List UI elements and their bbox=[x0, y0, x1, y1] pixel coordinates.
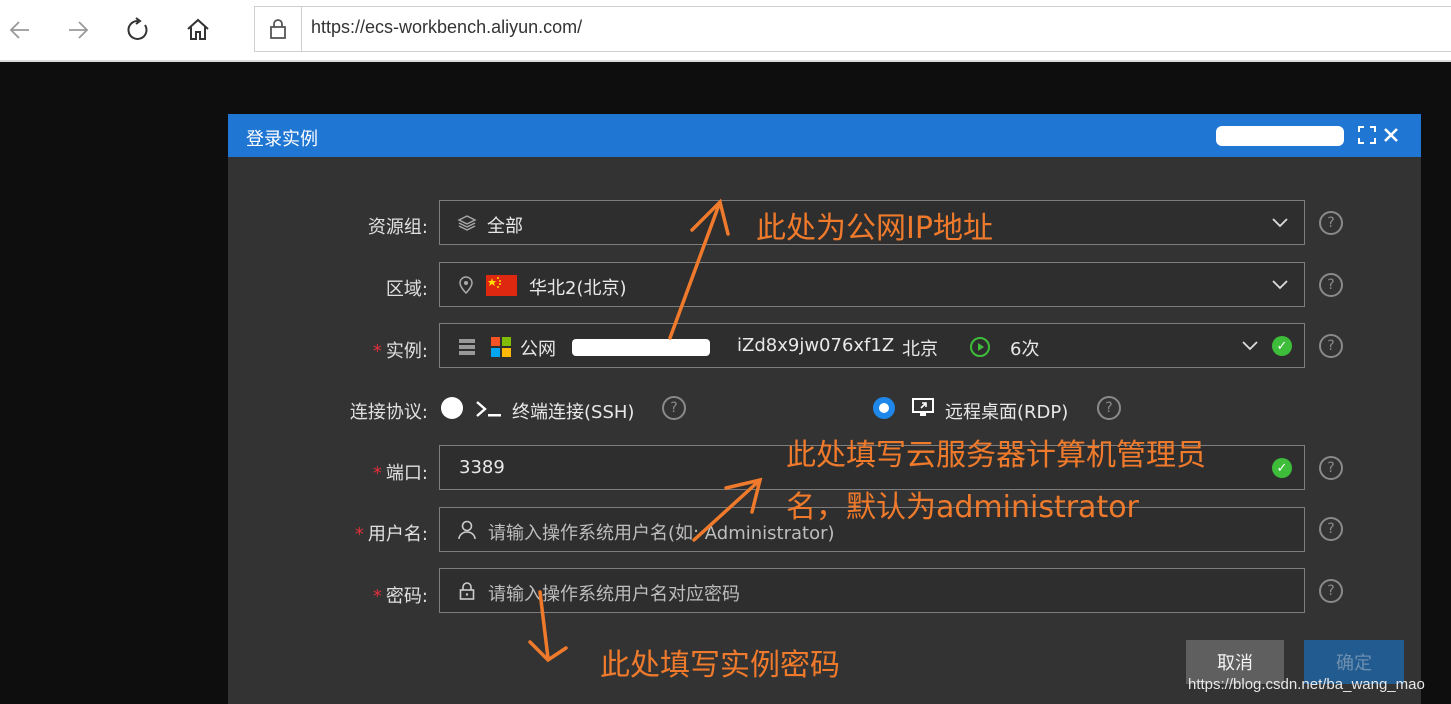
watermark: https://blog.csdn.net/ba_wang_mao bbox=[1188, 676, 1425, 693]
annotation-ip: 此处为公网IP地址 bbox=[756, 211, 993, 246]
annotation-password: 此处填写实例密码 bbox=[600, 648, 840, 683]
annotation-arrows bbox=[528, 198, 763, 663]
annotation-admin-line2: 名，默认为administrator bbox=[786, 490, 1139, 525]
annotation-admin-line1: 此处填写云服务器计算机管理员 bbox=[786, 438, 1206, 473]
